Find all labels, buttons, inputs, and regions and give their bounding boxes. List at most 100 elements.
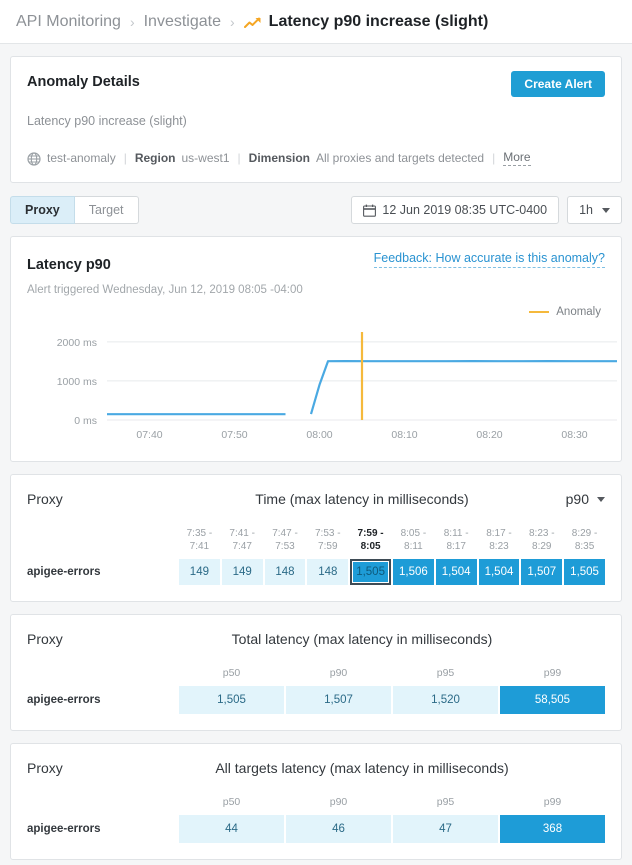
total-latency-proxy-label: Proxy (27, 631, 63, 647)
percentile-column-header: p95 (436, 667, 455, 679)
total-latency-row-label: apigee-errors (27, 694, 101, 706)
breadcrumb-item-api-monitoring[interactable]: API Monitoring (16, 13, 121, 31)
time-column-header: 7:53 -7:59 (315, 528, 341, 552)
time-column-header: 7:59 -8:05 (357, 528, 384, 552)
total-latency-card: Proxy Total latency (max latency in mill… (10, 614, 622, 731)
meta-divider: | (492, 151, 496, 165)
percentile-column-header: p95 (436, 796, 455, 808)
create-alert-button[interactable]: Create Alert (511, 71, 605, 97)
segment-target[interactable]: Target (74, 196, 139, 224)
percentile-cell[interactable]: 46 (286, 815, 391, 843)
proxy-target-toggle: Proxy Target (10, 196, 139, 224)
percentile-cell[interactable]: 58,505 (500, 686, 605, 714)
targets-latency-column-headers: p50 p90 p95 p99 (179, 796, 605, 813)
percentile-selector[interactable]: p90 (545, 491, 605, 507)
y-axis-tick-label: 1000 ms (57, 376, 97, 388)
meta-divider: | (237, 151, 241, 165)
time-table-title: Time (max latency in milliseconds) (255, 491, 469, 507)
percentile-column-header: p50 (222, 667, 241, 679)
heat-cell[interactable]: 148 (264, 559, 306, 585)
heat-cell[interactable]: 1,504 (435, 559, 477, 585)
percentile-cell[interactable]: 1,505 (179, 686, 284, 714)
heat-cell[interactable]: 1,506 (392, 559, 434, 585)
globe-icon (27, 152, 41, 166)
percentile-column-header: p90 (329, 667, 348, 679)
heat-cell[interactable]: 1,507 (521, 559, 563, 585)
time-column-headers: 7:35 -7:41 7:41 -7:47 7:47 -7:53 7:53 -7:59… (179, 527, 605, 557)
heat-cell[interactable]: 149 (221, 559, 263, 585)
alert-triggered-text: Alert triggered Wednesday, Jun 12, 2019 … (27, 284, 303, 296)
chart-svg: 0 ms 1000 ms 2000 ms 07:40 07:50 08:00 08:10 08… (57, 332, 617, 441)
time-column-header: 7:41 -7:47 (229, 528, 255, 552)
latency-chart: 0 ms 1000 ms 2000 ms 07:40 07:50 08:00 08:10 08… (27, 324, 617, 451)
percentile-cell[interactable]: 368 (500, 815, 605, 843)
time-heatmap-header: Proxy Time (max latency in milliseconds)… (27, 491, 605, 507)
heat-cell[interactable]: 149 (179, 559, 220, 585)
heat-cell[interactable]: 1,504 (478, 559, 520, 585)
y-axis-tick-label: 0 ms (74, 415, 97, 427)
time-column-header: 8:17 -8:23 (486, 528, 512, 552)
feedback-link[interactable]: Feedback: How accurate is this anomaly? (373, 251, 605, 268)
anomaly-subtitle: Latency p90 increase (slight) (27, 114, 187, 128)
percentile-cell[interactable]: 44 (179, 815, 284, 843)
total-latency-header: Proxy Total latency (max latency in mill… (27, 631, 605, 647)
controls-row: Proxy Target 12 Jun 2019 08:35 UTC-0400 … (10, 196, 622, 224)
anomaly-dimension-key: Dimension (248, 151, 310, 165)
anomaly-details-header: Anomaly Details Create Alert (27, 71, 605, 97)
targets-latency-card: Proxy All targets latency (max latency i… (10, 743, 622, 860)
time-column-header: 8:23 -8:29 (528, 528, 555, 552)
time-heatmap-card: Proxy Time (max latency in milliseconds)… (10, 474, 622, 602)
time-column-header: 8:11 -8:17 (443, 528, 469, 552)
total-latency-cells: 1,505 1,507 1,520 58,505 (179, 686, 605, 714)
table-row: apigee-errors 149 149 148 148 1,505 1,506 1,50… (27, 559, 605, 585)
breadcrumb-item-investigate[interactable]: Investigate (144, 13, 221, 31)
time-table-proxy-label: Proxy (27, 491, 63, 507)
legend-label-anomaly: Anomaly (556, 306, 601, 318)
x-axis-tick-label: 08:20 (476, 429, 502, 441)
anomaly-dimension-value: All proxies and targets detected (316, 151, 485, 165)
x-axis-tick-label: 07:50 (221, 429, 247, 441)
legend-swatch-anomaly (529, 311, 550, 313)
anomaly-details-card: Anomaly Details Create Alert Latency p90… (10, 56, 622, 183)
targets-latency-row-label: apigee-errors (27, 823, 101, 835)
chevron-down-icon (597, 496, 605, 502)
date-picker-value: 12 Jun 2019 08:35 UTC-0400 (382, 203, 548, 217)
percentile-column-header: p90 (329, 796, 348, 808)
time-range-value: 1h (579, 203, 593, 217)
targets-latency-header: Proxy All targets latency (max latency i… (27, 760, 605, 776)
percentile-cell[interactable]: 1,507 (286, 686, 391, 714)
meta-divider: | (123, 151, 127, 165)
segment-proxy[interactable]: Proxy (10, 196, 75, 224)
time-header-row: 7:35 -7:41 7:41 -7:47 7:47 -7:53 7:53 -7:59… (27, 527, 605, 557)
x-axis-tick-label: 07:40 (136, 429, 162, 441)
time-range-selector[interactable]: 1h (567, 196, 622, 224)
anomaly-org-name: test-anomaly (47, 151, 116, 165)
anomaly-region-value: us-west1 (181, 151, 230, 165)
heat-cell[interactable]: 1,505 (350, 559, 391, 585)
total-latency-column-headers: p50 p90 p95 p99 (179, 667, 605, 684)
percentile-cell[interactable]: 1,520 (393, 686, 498, 714)
percentile-column-header: p50 (222, 796, 241, 808)
time-column-header: 7:47 -7:53 (272, 528, 298, 552)
targets-latency-title: All targets latency (max latency in mill… (215, 760, 509, 776)
time-heat-cells: 149 149 148 148 1,505 1,506 1,504 1,504 1,507 1,5… (179, 559, 605, 585)
total-latency-title: Total latency (max latency in millisecon… (231, 631, 493, 647)
percentile-selector-value: p90 (565, 491, 589, 507)
breadcrumb-separator: › (230, 13, 235, 30)
heat-cell[interactable]: 148 (307, 559, 349, 585)
time-controls: 12 Jun 2019 08:35 UTC-0400 1h (351, 196, 622, 224)
anomaly-details-title: Anomaly Details (27, 74, 140, 90)
anomaly-meta-row: test-anomaly | Region us-west1 | Dimensi… (27, 150, 605, 166)
anomaly-region-key: Region (134, 151, 176, 165)
chart-title: Latency p90 (27, 257, 111, 273)
breadcrumb-current: Latency p90 increase (slight) (268, 12, 489, 30)
latency-chart-card: Latency p90 Feedback: How accurate is th… (10, 236, 622, 462)
chart-header: Latency p90 Feedback: How accurate is th… (27, 251, 605, 273)
date-picker[interactable]: 12 Jun 2019 08:35 UTC-0400 (351, 196, 560, 224)
y-axis-tick-label: 2000 ms (57, 337, 97, 349)
heat-cell[interactable]: 1,505 (564, 559, 605, 585)
time-column-header: 8:29 -8:35 (571, 528, 598, 552)
targets-latency-header-spacer-left (27, 796, 179, 813)
percentile-cell[interactable]: 47 (393, 815, 498, 843)
more-link[interactable]: More (503, 150, 531, 166)
